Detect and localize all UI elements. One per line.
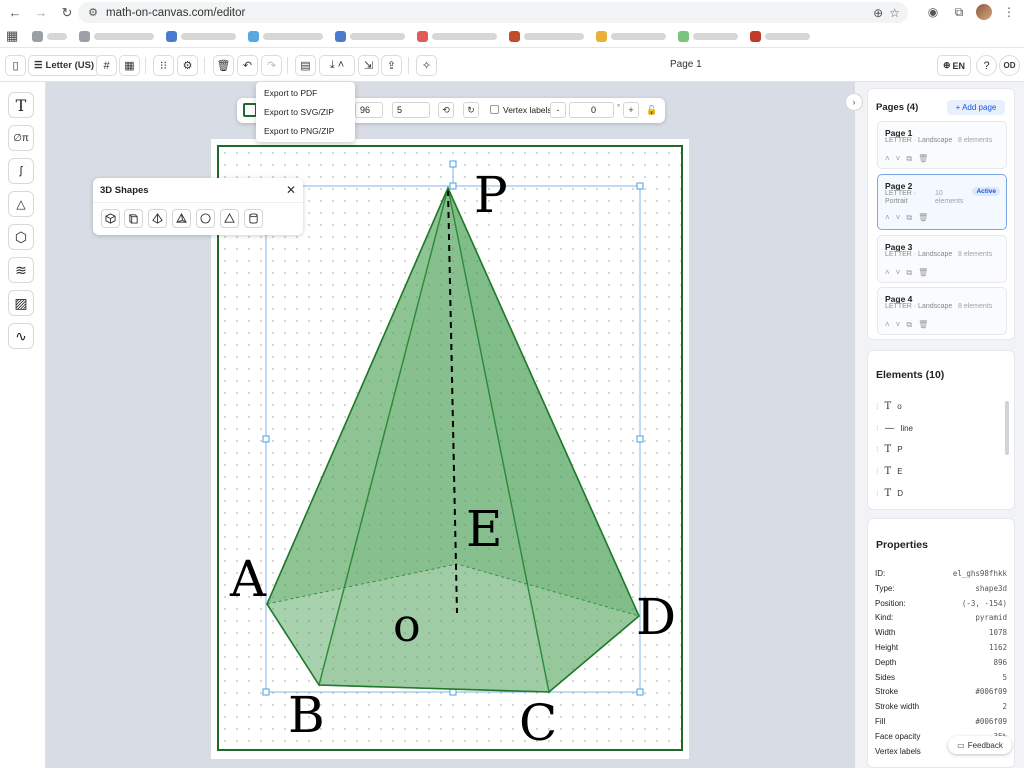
flip-icon[interactable]: ⟲	[438, 102, 454, 118]
property-row: Sides 5	[875, 672, 1007, 682]
export-svg-item[interactable]: Export to SVG/ZIP	[256, 103, 355, 122]
degree-sign: °	[617, 103, 621, 112]
trash-icon: 🗑	[918, 268, 929, 277]
duplicate-icon: ⧉	[906, 154, 913, 163]
collapse-chevron-icon[interactable]: ›	[845, 93, 863, 111]
property-row: Fill #006f09	[875, 717, 1007, 726]
page-card-1[interactable]: Page 1 LETTER · Landscape 8 elements ˄ ˅ ⧉…	[877, 121, 1007, 169]
vertex-labels-checkbox[interactable]	[490, 105, 499, 114]
property-row: Width 1078	[875, 628, 1007, 638]
page-card-3[interactable]: Page 3 LETTER · Landscape 8 elements ˄ ˅ ⧉…	[877, 235, 1007, 283]
vertex-label-d[interactable]: D	[636, 588, 676, 646]
increment-button[interactable]: +	[623, 102, 639, 118]
element-item[interactable]: ⁝ T D	[876, 488, 903, 499]
element-item[interactable]: ⁝ — line	[876, 423, 913, 434]
lock-icon[interactable]: 🔓	[644, 102, 660, 118]
vertex-label-p[interactable]: P	[474, 166, 508, 224]
export-pdf-item[interactable]: Export to PDF	[256, 84, 355, 103]
cone-icon	[224, 213, 235, 223]
property-row: Height 1162	[875, 643, 1007, 652]
trash-icon: 🗑	[918, 213, 929, 222]
duplicate-icon: ⧉	[906, 268, 913, 277]
trash-icon: 🗑	[918, 320, 929, 329]
cylinder-icon	[249, 213, 258, 224]
property-row: ID: el_ghs98fhkk	[875, 569, 1007, 578]
element-item[interactable]: ⁝ T P	[876, 444, 903, 455]
page-card-4[interactable]: Page 4 LETTER · Landscape 8 elements ˄ ˅ ⧉…	[877, 287, 1007, 335]
export-menu: Export to PDF Export to SVG/ZIP Export t…	[256, 82, 355, 142]
sphere-icon	[200, 213, 211, 224]
prism-shape-button[interactable]	[124, 209, 143, 228]
element-item[interactable]: ⁝ To	[876, 401, 902, 412]
chat-bubble-icon: ▭	[957, 740, 965, 750]
pyramid-shape-button[interactable]	[148, 209, 167, 228]
vertex-label-c[interactable]: C	[519, 694, 557, 752]
pyramid-icon	[152, 213, 163, 224]
pages-panel: Pages (4) + Add page Page 1 LETTER · Lan…	[867, 88, 1015, 340]
move-up-icon: ˄	[885, 154, 890, 163]
active-badge: Active	[972, 187, 1000, 196]
drag-handle-icon: ⁝	[876, 489, 879, 498]
duplicate-icon: ⧉	[906, 213, 913, 222]
page-card-2[interactable]: Page 2 LETTER · Portrait 10 elements Act…	[877, 174, 1007, 230]
tetrahedron-icon	[176, 213, 187, 223]
move-up-icon: ˄	[885, 268, 890, 277]
label-o[interactable]: o	[393, 598, 421, 652]
tetrahedron-shape-button[interactable]	[172, 209, 191, 228]
size-input[interactable]: 96	[355, 102, 383, 118]
drag-handle-icon: ⁝	[876, 445, 879, 454]
drag-handle-icon: ⁝	[876, 402, 879, 411]
close-icon[interactable]: ✕	[286, 183, 296, 197]
property-row: Kind: pyramid	[875, 613, 1007, 623]
duplicate-icon: ⧉	[906, 320, 913, 329]
cube-shape-button[interactable]	[101, 209, 120, 228]
elements-scrollbar[interactable]	[1005, 401, 1009, 455]
add-page-button[interactable]: + Add page	[947, 100, 1005, 115]
shapes-panel-title: 3D Shapes	[100, 185, 149, 196]
feedback-label: Feedback	[967, 740, 1003, 750]
property-row: Type: shape3d	[875, 583, 1007, 593]
decrement-button[interactable]: -	[550, 102, 566, 118]
stroke-color-swatch[interactable]	[243, 103, 257, 117]
vertex-label-b[interactable]: B	[288, 686, 325, 744]
move-down-icon: ˅	[895, 154, 901, 163]
property-row: Depth 896	[875, 657, 1007, 667]
export-png-item[interactable]: Export to PNG/ZIP	[256, 122, 355, 141]
label-e[interactable]: E	[466, 500, 503, 558]
cube-icon	[105, 213, 116, 224]
property-row: Stroke #006f09	[875, 687, 1007, 697]
cylinder-shape-button[interactable]	[244, 209, 263, 228]
element-item[interactable]: ⁝ T E	[876, 466, 903, 477]
prism-icon	[129, 214, 138, 224]
property-row: Position: (-3, -154)	[875, 598, 1007, 608]
properties-title: Properties	[876, 539, 928, 551]
elements-title: Elements (10)	[876, 369, 945, 381]
elements-panel: Elements (10) ⁝ To ⁝ — line ⁝ T P ⁝ T E ⁝ T D	[867, 350, 1015, 510]
drag-handle-icon: ⁝	[876, 467, 879, 476]
shapes-3d-panel: 3D Shapes ✕	[93, 178, 303, 235]
move-down-icon: ˅	[895, 320, 901, 329]
move-down-icon: ˅	[895, 268, 901, 277]
feedback-button[interactable]: ▭ Feedback	[948, 736, 1012, 754]
move-down-icon: ˅	[895, 213, 901, 222]
rotation-input[interactable]: 0	[569, 102, 614, 118]
trash-icon: 🗑	[918, 154, 929, 163]
sphere-shape-button[interactable]	[196, 209, 215, 228]
properties-panel: Properties ID: el_ghs98fhkk Type: shape3d Po…	[867, 518, 1015, 768]
move-up-icon: ˄	[885, 213, 890, 222]
property-row: Stroke width 2	[875, 702, 1007, 712]
cone-shape-button[interactable]	[220, 209, 239, 228]
vertex-labels-label: Vertex labels	[503, 105, 552, 115]
sides-input[interactable]: 5	[392, 102, 430, 118]
vertex-label-a[interactable]: A	[230, 550, 266, 608]
drag-handle-icon: ⁝	[876, 424, 879, 433]
pages-title: Pages (4)	[876, 102, 919, 113]
rotate-icon[interactable]: ↻	[463, 102, 479, 118]
move-up-icon: ˄	[885, 320, 890, 329]
